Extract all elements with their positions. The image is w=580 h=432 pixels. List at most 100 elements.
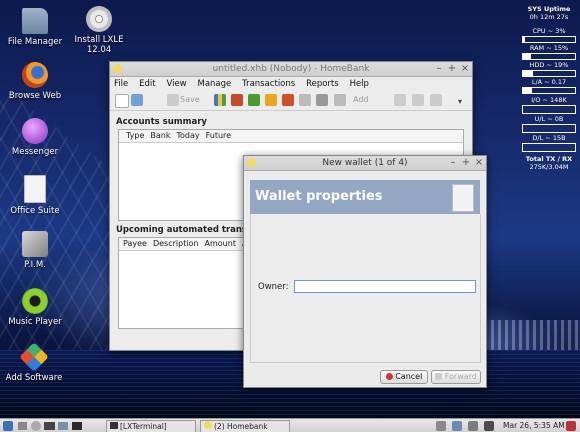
io-readout: I/O ~ 148K: [531, 96, 567, 104]
monitor-launcher-icon[interactable]: [72, 422, 82, 430]
accounts-summary-title: Accounts summary: [116, 117, 207, 127]
save-button-label[interactable]: Save: [180, 95, 200, 104]
column-today[interactable]: Today: [173, 130, 202, 141]
wizard-header-band: Wallet properties: [250, 180, 480, 214]
cd-icon: [86, 6, 112, 32]
accounts-summary-header: Type Bank Today Future: [119, 130, 463, 143]
network-icon[interactable]: [452, 421, 462, 431]
cpu-readout: CPU ~ 3%: [532, 27, 566, 35]
budget-icon[interactable]: [282, 94, 294, 106]
cancel-label: Cancel: [395, 372, 423, 381]
categories-icon[interactable]: [248, 94, 260, 106]
menu-transactions[interactable]: Transactions: [238, 77, 299, 91]
task-label: (2) Homebank: [214, 422, 268, 431]
column-bank[interactable]: Bank: [147, 130, 173, 141]
download-graph: [522, 143, 576, 152]
add-button-label[interactable]: Add: [353, 95, 369, 104]
archive-icon[interactable]: [316, 94, 328, 106]
payees-icon[interactable]: [231, 94, 243, 106]
balance-icon[interactable]: [430, 94, 442, 106]
tags-icon[interactable]: [265, 94, 277, 106]
desktop-icon-music-player[interactable]: Music Player: [0, 288, 75, 327]
column-payee[interactable]: Payee: [120, 238, 150, 249]
wizard-maximize-button[interactable]: +: [461, 157, 471, 169]
minimize-button[interactable]: –: [434, 63, 444, 75]
upload-graph: [522, 124, 576, 133]
maximize-button[interactable]: +: [447, 63, 457, 75]
desktop: File Manager Install LXLE 12.04 Browse W…: [0, 0, 580, 432]
volume-icon[interactable]: [436, 421, 446, 431]
terminal-launcher-icon[interactable]: [44, 422, 55, 430]
ram-bar: [522, 53, 576, 60]
messenger-icon: [22, 118, 48, 144]
wizard-titlebar[interactable]: New wallet (1 of 4) – + ×: [244, 156, 486, 171]
homebank-titlebar[interactable]: untitled.xhb (Nobody) - HomeBank – + ×: [110, 62, 472, 77]
power-icon[interactable]: [566, 421, 576, 431]
show-desktop-icon[interactable]: [18, 422, 27, 430]
forward-button[interactable]: Forward: [431, 370, 481, 384]
menu-help[interactable]: Help: [346, 77, 373, 91]
clock[interactable]: Mar 26, 5:35 AM: [503, 420, 565, 432]
column-description[interactable]: Description: [150, 238, 202, 249]
hdd-readout: HDD ~ 19%: [529, 61, 569, 69]
homebank-menubar: File Edit View Manage Transactions Repor…: [110, 77, 472, 91]
trend-icon[interactable]: [412, 94, 424, 106]
close-button[interactable]: ×: [460, 63, 470, 75]
ram-readout: RAM ~ 15%: [529, 44, 569, 52]
menu-file[interactable]: File: [110, 77, 132, 91]
save-icon[interactable]: [167, 94, 179, 106]
task-lxterminal[interactable]: [LXTerminal]: [106, 420, 196, 432]
taskbar: [LXTerminal] (2) Homebank Mar 26, 5:35 A…: [0, 418, 580, 432]
start-menu-icon[interactable]: [3, 421, 13, 431]
music-icon: [22, 288, 48, 314]
launcher-icon[interactable]: [31, 421, 41, 431]
hdd-bar: [522, 70, 576, 77]
desktop-icon-label: Messenger: [11, 147, 59, 157]
menu-reports[interactable]: Reports: [302, 77, 343, 91]
keyboard-icon[interactable]: [484, 421, 494, 431]
upload-readout: U/L ~ 0B: [534, 115, 564, 123]
assign-icon[interactable]: [299, 94, 311, 106]
download-readout: D/L ~ 15B: [532, 134, 566, 142]
forward-label: Forward: [444, 372, 477, 381]
new-file-icon[interactable]: [115, 94, 129, 108]
open-file-icon[interactable]: [131, 94, 143, 106]
desktop-icon-messenger[interactable]: Messenger: [0, 118, 75, 157]
desktop-icon-install-lxle[interactable]: Install LXLE 12.04: [59, 6, 139, 55]
task-label: [LXTerminal]: [120, 422, 167, 431]
folder-launcher-icon[interactable]: [58, 422, 68, 430]
column-future[interactable]: Future: [203, 130, 234, 141]
wizard-minimize-button[interactable]: –: [448, 157, 458, 169]
menu-manage[interactable]: Manage: [194, 77, 236, 91]
desktop-icon-browse-web[interactable]: Browse Web: [0, 62, 75, 101]
wizard-close-button[interactable]: ×: [474, 157, 484, 169]
owner-field[interactable]: [294, 280, 476, 293]
load-readout: L/A ~ 0.17: [531, 78, 567, 86]
homebank-title: untitled.xhb (Nobody) - HomeBank: [212, 64, 370, 74]
desktop-icon-add-software[interactable]: Add Software: [0, 342, 74, 383]
homebank-toolbar: Save Add ▾: [110, 92, 472, 111]
wizard-body: Owner:: [250, 214, 481, 363]
accounts-icon[interactable]: [214, 94, 226, 106]
total-value: 275K/3.04M: [529, 163, 569, 171]
updates-icon[interactable]: [468, 421, 478, 431]
desktop-icon-label: P.I.M.: [24, 260, 46, 270]
homebank-task-icon: [204, 421, 212, 429]
column-type[interactable]: Type: [123, 130, 147, 141]
owner-label: Owner:: [258, 282, 289, 292]
menu-view[interactable]: View: [162, 77, 190, 91]
task-homebank[interactable]: (2) Homebank: [200, 420, 290, 432]
column-amount[interactable]: Amount: [202, 238, 239, 249]
terminal-icon: [110, 422, 118, 429]
io-graph: [522, 105, 576, 114]
cancel-button[interactable]: Cancel: [380, 370, 428, 384]
pim-icon: [22, 231, 48, 257]
total-label: Total TX / RX: [525, 155, 573, 163]
statistics-icon[interactable]: [394, 94, 406, 106]
menu-edit[interactable]: Edit: [135, 77, 159, 91]
desktop-icon-office-suite[interactable]: Office Suite: [0, 175, 75, 216]
desktop-icon-pim[interactable]: P.I.M.: [0, 231, 75, 270]
show-transactions-icon[interactable]: [334, 94, 346, 106]
forward-icon: [435, 373, 443, 380]
toolbar-overflow-icon[interactable]: ▾: [458, 97, 462, 106]
